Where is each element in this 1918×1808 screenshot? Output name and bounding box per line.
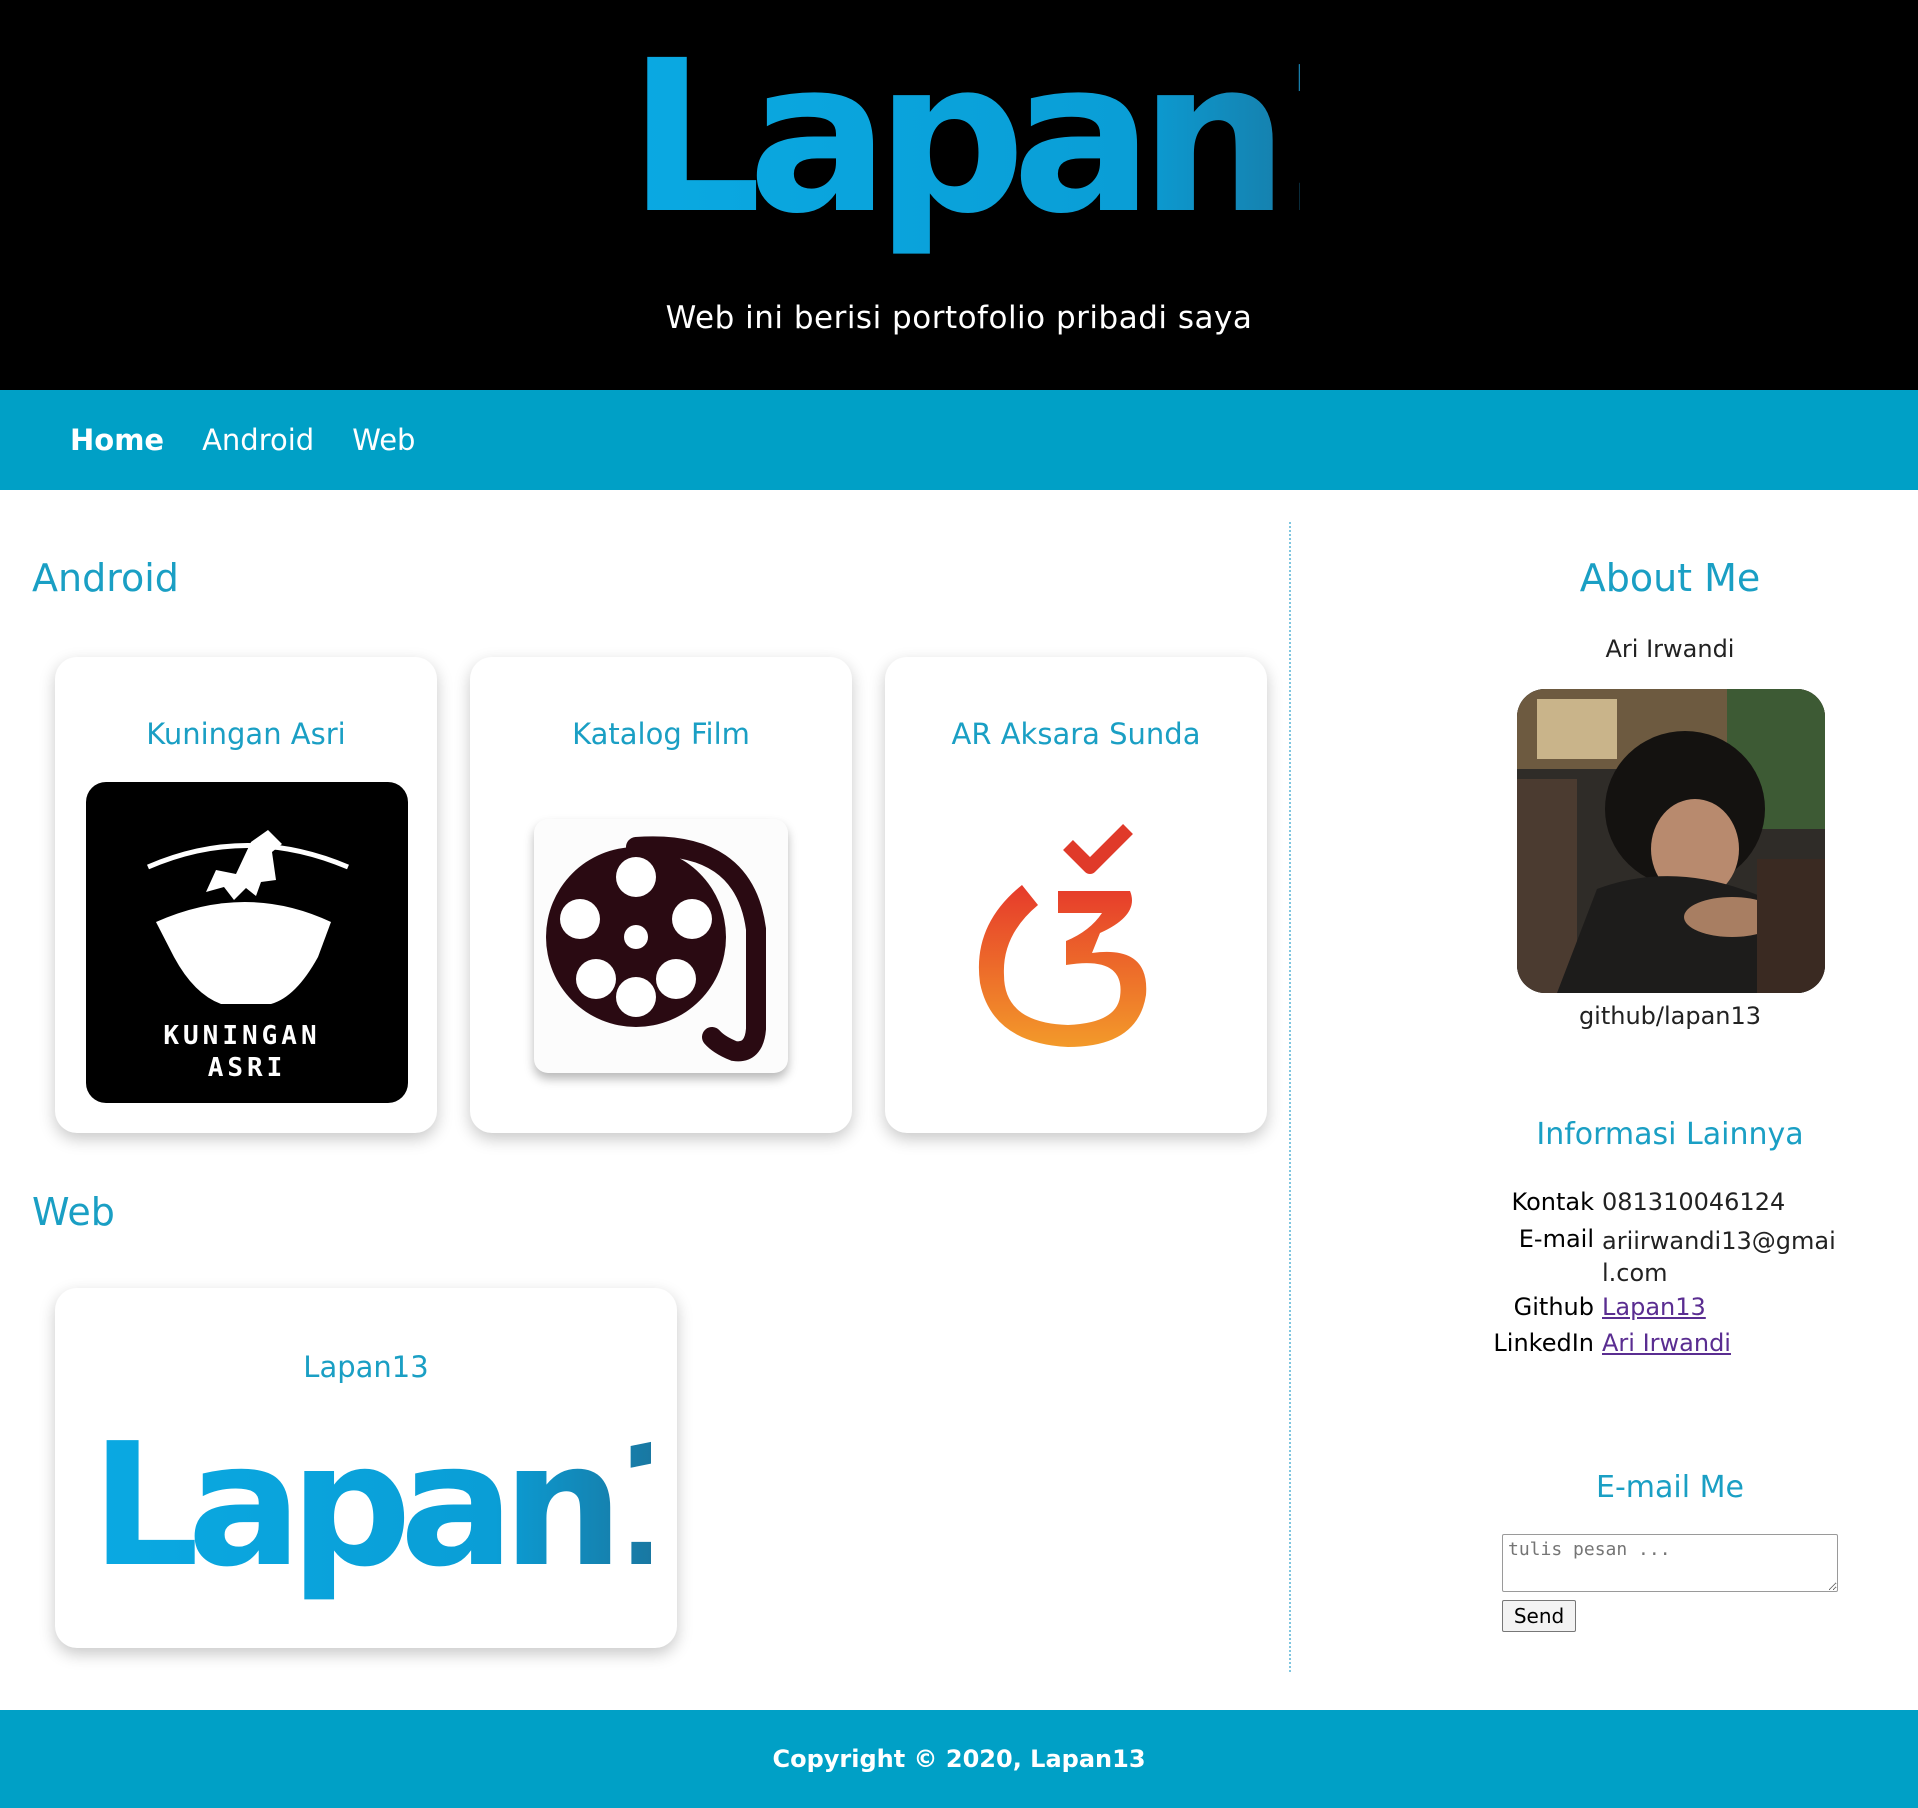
info-linkedin: LinkedIn Ari Irwandi: [1492, 1329, 1731, 1357]
nav-home[interactable]: Home: [70, 423, 164, 457]
send-button[interactable]: Send: [1502, 1600, 1576, 1632]
svg-text:Lapan13: Lapan13: [91, 1414, 651, 1605]
info-email: E-mail ariirwandi13@gmai l.com: [1492, 1225, 1836, 1289]
svg-text:ASRI: ASRI: [208, 1053, 287, 1083]
main-nav: Home Android Web: [0, 390, 1918, 490]
aksara-sunda-icon: [950, 815, 1202, 1067]
github-label: Github: [1513, 1293, 1594, 1321]
card-title: Katalog Film: [572, 717, 750, 751]
email-label: E-mail: [1518, 1225, 1594, 1253]
card-katalog-film[interactable]: Katalog Film: [470, 657, 852, 1133]
card-kuningan-asri[interactable]: Kuningan Asri KUNINGAN ASRI: [55, 657, 437, 1133]
github-caption: github/lapan13: [1578, 1002, 1762, 1030]
about-me-heading: About Me: [1579, 556, 1761, 600]
site-tagline: Web ini berisi portofolio pribadi saya: [665, 300, 1253, 336]
site-header: Lapan13 Web ini berisi portofolio pribad…: [0, 0, 1918, 390]
card-title: Kuningan Asri: [146, 717, 346, 751]
android-section-title: Android: [32, 556, 179, 600]
kontak-label: Kontak: [1511, 1188, 1594, 1216]
card-title: Lapan13: [303, 1350, 429, 1384]
nav-web[interactable]: Web: [352, 423, 415, 457]
linkedin-link[interactable]: Ari Irwandi: [1602, 1329, 1731, 1357]
site-logo: Lapan13: [628, 20, 1300, 260]
github-link[interactable]: Lapan13: [1602, 1293, 1706, 1321]
kontak-value: 081310046124: [1602, 1188, 1786, 1216]
email-value-line1: ariirwandi13@gmai: [1602, 1227, 1836, 1255]
profile-name: Ari Irwandi: [1605, 635, 1735, 663]
web-section-title: Web: [32, 1190, 115, 1234]
film-reel-icon: [534, 819, 788, 1073]
card-ar-aksara-sunda[interactable]: AR Aksara Sunda: [885, 657, 1267, 1133]
email-value: ariirwandi13@gmai l.com: [1602, 1225, 1836, 1289]
column-divider: [1289, 522, 1291, 1672]
svg-text:Lapan13: Lapan13: [628, 20, 1300, 260]
card-lapan13[interactable]: Lapan13 Lapan13: [55, 1288, 677, 1648]
info-title: Informasi Lainnya: [1536, 1117, 1804, 1152]
info-kontak: Kontak 081310046124: [1492, 1188, 1786, 1216]
info-github: Github Lapan13: [1492, 1293, 1706, 1321]
nav-android[interactable]: Android: [202, 423, 314, 457]
email-value-line2: l.com: [1602, 1259, 1668, 1287]
site-footer: Copyright © 2020, Lapan13: [0, 1710, 1918, 1808]
profile-photo: [1517, 689, 1825, 993]
copyright-text: Copyright © 2020, Lapan13: [772, 1745, 1146, 1773]
card-title: AR Aksara Sunda: [951, 717, 1201, 751]
message-textarea[interactable]: [1502, 1534, 1838, 1592]
lapan13-logo: Lapan13: [91, 1414, 651, 1605]
linkedin-label: LinkedIn: [1493, 1329, 1594, 1357]
svg-text:KUNINGAN: KUNINGAN: [163, 1021, 320, 1051]
email-me-title: E-mail Me: [1596, 1470, 1744, 1505]
horse-mountain-icon: KUNINGAN ASRI: [86, 782, 408, 1103]
